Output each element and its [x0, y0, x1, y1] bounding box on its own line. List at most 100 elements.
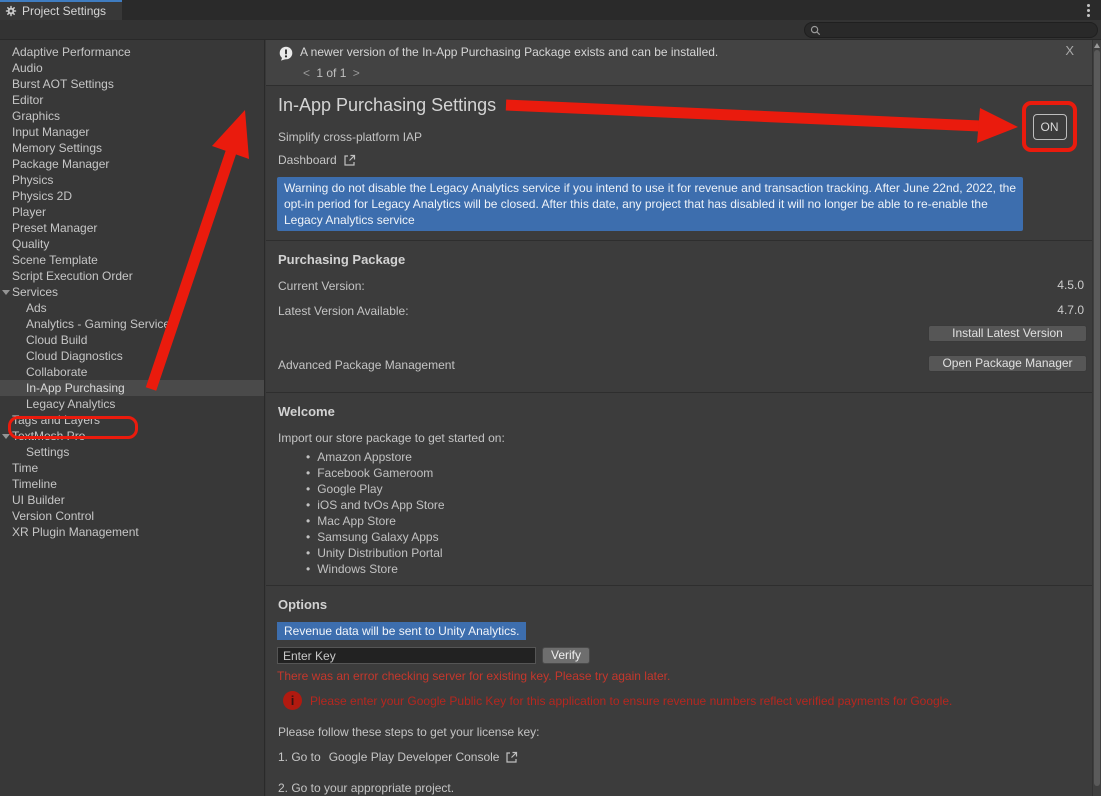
settings-toolbar	[0, 20, 1101, 40]
in-app-purchasing-panel: A newer version of the In-App Purchasing…	[266, 40, 1101, 796]
pager-next-button[interactable]: >	[350, 66, 363, 80]
sidebar-item-in-app-purchasing[interactable]: In-App Purchasing	[0, 380, 264, 396]
tab-project-settings[interactable]: Project Settings	[0, 0, 122, 20]
sidebar-item-label: Collaborate	[26, 365, 87, 379]
sidebar-item-label: Quality	[12, 237, 49, 251]
sidebar-item-label: Analytics - Gaming Services	[26, 317, 176, 331]
sidebar-item-label: Burst AOT Settings	[12, 77, 114, 91]
sidebar-item-label: Tags and Layers	[12, 413, 100, 427]
store-list-item: Unity Distribution Portal	[306, 545, 445, 561]
google-play-console-link[interactable]: Google Play Developer Console	[329, 750, 500, 764]
section-divider	[266, 240, 1092, 241]
store-list-item: iOS and tvOs App Store	[306, 497, 445, 513]
current-version-value: 4.5.0	[1057, 278, 1084, 292]
sidebar-item-label: Audio	[12, 61, 43, 75]
sidebar-item-player[interactable]: Player	[0, 204, 264, 220]
info-icon: i	[283, 691, 302, 710]
sidebar-item-label: Time	[12, 461, 38, 475]
sidebar-item-memory-settings[interactable]: Memory Settings	[0, 140, 264, 156]
google-key-warning-text: Please enter your Google Public Key for …	[310, 694, 1080, 708]
sidebar-item-label: Player	[12, 205, 46, 219]
sidebar-item-xr-plugin-management[interactable]: XR Plugin Management	[0, 524, 264, 540]
sidebar-item-physics-2d[interactable]: Physics 2D	[0, 188, 264, 204]
sidebar-item-graphics[interactable]: Graphics	[0, 108, 264, 124]
page-title: In-App Purchasing Settings	[278, 95, 496, 116]
dashboard-link[interactable]: Dashboard	[278, 153, 356, 167]
title-bar: Project Settings	[0, 0, 1101, 20]
sidebar-item-version-control[interactable]: Version Control	[0, 508, 264, 524]
welcome-heading: Welcome	[278, 404, 335, 419]
section-divider	[266, 392, 1092, 393]
sidebar-item-label: UI Builder	[12, 493, 65, 507]
store-list-item: Amazon Appstore	[306, 449, 445, 465]
sidebar-item-textmesh-settings[interactable]: Settings	[0, 444, 264, 460]
google-key-input[interactable]	[277, 647, 536, 664]
current-version-label: Current Version:	[278, 278, 365, 294]
legacy-analytics-warning: Warning do not disable the Legacy Analyt…	[277, 177, 1023, 231]
sidebar-item-tags-and-layers[interactable]: Tags and Layers	[0, 412, 264, 428]
kebab-menu-icon[interactable]	[1081, 3, 1095, 17]
annotation-box-on-toggle: ON	[1022, 101, 1077, 152]
sidebar-item-label: Input Manager	[12, 125, 89, 139]
store-list-item: Google Play	[306, 481, 445, 497]
verify-button[interactable]: Verify	[542, 647, 590, 664]
sidebar-item-cloud-diagnostics[interactable]: Cloud Diagnostics	[0, 348, 264, 364]
sidebar-item-services[interactable]: Services	[0, 284, 264, 300]
tab-title: Project Settings	[22, 4, 106, 18]
sidebar-item-label: In-App Purchasing	[26, 381, 125, 395]
sidebar-item-label: Ads	[26, 301, 47, 315]
search-input[interactable]	[804, 22, 1098, 38]
scroll-up-arrow-icon[interactable]	[1094, 43, 1100, 48]
sidebar-item-physics[interactable]: Physics	[0, 172, 264, 188]
sidebar-item-cloud-build[interactable]: Cloud Build	[0, 332, 264, 348]
sidebar-item-editor[interactable]: Editor	[0, 92, 264, 108]
sidebar-item-label: Cloud Build	[26, 333, 87, 347]
sidebar-item-label: XR Plugin Management	[12, 525, 139, 539]
sidebar-item-quality[interactable]: Quality	[0, 236, 264, 252]
sidebar-item-burst-aot-settings[interactable]: Burst AOT Settings	[0, 76, 264, 92]
store-list-item: Facebook Gameroom	[306, 465, 445, 481]
close-icon[interactable]: X	[1065, 43, 1074, 58]
sidebar-item-input-manager[interactable]: Input Manager	[0, 124, 264, 140]
foldout-arrow-icon[interactable]	[2, 434, 10, 439]
install-latest-version-button[interactable]: Install Latest Version	[928, 325, 1087, 342]
step-1-prefix: 1. Go to	[278, 750, 321, 764]
store-list: Amazon Appstore Facebook Gameroom Google…	[306, 449, 445, 577]
step-1-row: 1. Go to Google Play Developer Console	[278, 750, 518, 764]
scrollbar-thumb[interactable]	[1094, 50, 1100, 786]
sidebar-item-label: Physics 2D	[12, 189, 72, 203]
vertical-scrollbar[interactable]	[1092, 40, 1101, 796]
external-link-icon[interactable]	[505, 751, 518, 764]
options-heading: Options	[278, 597, 327, 612]
sidebar-item-package-manager[interactable]: Package Manager	[0, 156, 264, 172]
sidebar-item-adaptive-performance[interactable]: Adaptive Performance	[0, 44, 264, 60]
sidebar-item-legacy-analytics[interactable]: Legacy Analytics	[0, 396, 264, 412]
service-on-toggle-button[interactable]: ON	[1033, 114, 1067, 140]
sidebar-item-label: Script Execution Order	[12, 269, 133, 283]
purchasing-package-heading: Purchasing Package	[278, 252, 405, 267]
sidebar-item-label: Version Control	[12, 509, 94, 523]
sidebar-item-label: Timeline	[12, 477, 57, 491]
sidebar-item-label: TextMesh Pro	[12, 429, 85, 443]
sidebar-item-ui-builder[interactable]: UI Builder	[0, 492, 264, 508]
sidebar-item-label: Preset Manager	[12, 221, 97, 235]
open-package-manager-button[interactable]: Open Package Manager	[928, 355, 1087, 372]
sidebar-item-label: Package Manager	[12, 157, 109, 171]
sidebar-item-scene-template[interactable]: Scene Template	[0, 252, 264, 268]
sidebar-item-collaborate[interactable]: Collaborate	[0, 364, 264, 380]
sidebar-item-timeline[interactable]: Timeline	[0, 476, 264, 492]
sidebar-item-label: Editor	[12, 93, 43, 107]
sidebar-item-time[interactable]: Time	[0, 460, 264, 476]
advanced-package-management-label: Advanced Package Management	[278, 357, 455, 373]
store-list-item: Windows Store	[306, 561, 445, 577]
sidebar-item-textmesh-pro[interactable]: TextMesh Pro	[0, 428, 264, 444]
sidebar-item-script-execution-order[interactable]: Script Execution Order	[0, 268, 264, 284]
foldout-arrow-icon[interactable]	[2, 290, 10, 295]
notification-message: A newer version of the In-App Purchasing…	[300, 45, 718, 59]
pager-prev-button[interactable]: <	[300, 66, 313, 80]
sidebar-item-analytics-gaming-services[interactable]: Analytics - Gaming Services	[0, 316, 264, 332]
sidebar-item-preset-manager[interactable]: Preset Manager	[0, 220, 264, 236]
sidebar-item-ads[interactable]: Ads	[0, 300, 264, 316]
pager-label: 1 of 1	[316, 66, 346, 80]
sidebar-item-audio[interactable]: Audio	[0, 60, 264, 76]
